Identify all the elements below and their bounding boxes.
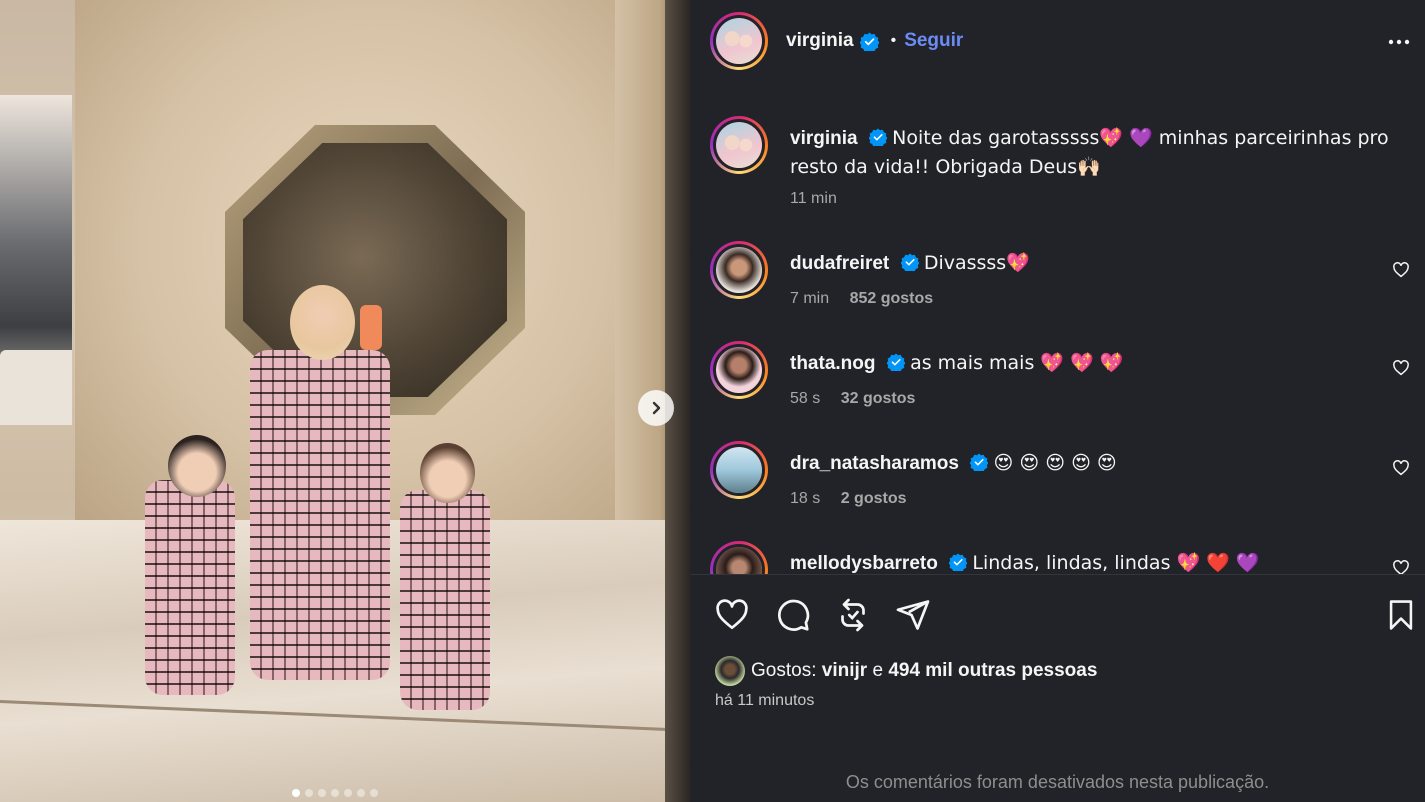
carousel-dot <box>331 789 339 797</box>
comment-time: 58 s <box>790 390 821 407</box>
comment-time: 7 min <box>790 290 830 307</box>
comment-meta: 11 min <box>790 190 837 208</box>
likes-connector: e <box>872 660 884 681</box>
comment-meta: 7 min 852 gostos <box>790 290 933 308</box>
carousel-dot <box>370 789 378 797</box>
heart-icon[interactable] <box>1392 559 1410 574</box>
heart-icon[interactable] <box>1392 459 1410 477</box>
comment-text: Lindas, lindas, lindas 💖 ❤️ 💜 <box>972 552 1260 574</box>
header-separator: • <box>890 32 897 49</box>
post-side-panel: virginia • Seguir virginia Noite das gar… <box>690 0 1425 802</box>
verified-badge-icon <box>859 31 879 51</box>
post-actions-bar <box>690 574 1425 654</box>
photo-person-child-left-head <box>168 435 226 497</box>
verified-badge-icon <box>868 128 887 146</box>
author-avatar[interactable] <box>710 12 768 70</box>
comments-disabled-notice: Os comentários foram desativados nesta p… <box>845 772 1270 792</box>
comment-meta: 58 s 32 gostos <box>790 390 915 408</box>
likes-prefix: Gostos: <box>751 660 817 681</box>
comment-icon[interactable] <box>775 597 811 633</box>
bookmark-icon[interactable] <box>1384 597 1418 633</box>
likes-others[interactable]: 494 mil outras pessoas <box>888 660 1097 682</box>
avatar[interactable] <box>710 341 768 399</box>
comment-time: 11 min <box>790 190 837 207</box>
verified-badge-icon <box>886 353 905 371</box>
verified-badge-icon <box>949 553 968 571</box>
comment-username[interactable]: thata.nog <box>790 353 876 374</box>
carousel-dot <box>305 789 313 797</box>
comment-meta: 18 s 2 gostos <box>790 490 907 508</box>
author-username[interactable]: virginia <box>786 30 854 52</box>
comment-likes[interactable]: 2 gostos <box>841 490 907 507</box>
verified-badge-icon <box>900 253 919 271</box>
likes-summary: Gostos: vinijr e 494 mil outras pessoas <box>715 656 1097 686</box>
heart-icon[interactable] <box>1392 359 1410 377</box>
photo-sofa <box>0 350 72 425</box>
comment-username[interactable]: dra_natasharamos <box>790 453 959 474</box>
verified-badge-icon <box>970 453 989 471</box>
post-timestamp[interactable]: há 11 minutos <box>715 692 814 710</box>
carousel-next-button[interactable] <box>638 390 674 426</box>
comment-username[interactable]: virginia <box>790 128 858 149</box>
carousel-dot <box>357 789 365 797</box>
carousel-dot <box>318 789 326 797</box>
more-options-icon[interactable] <box>1387 30 1411 54</box>
comment-text: 😍 😍 😍 😍 😍 <box>993 452 1117 474</box>
carousel-indicator <box>292 789 378 797</box>
liker-username[interactable]: vinijr <box>822 660 867 682</box>
avatar[interactable] <box>710 241 768 299</box>
avatar[interactable] <box>710 441 768 499</box>
comment-likes[interactable]: 852 gostos <box>850 290 934 307</box>
follow-button[interactable]: Seguir <box>904 30 963 52</box>
heart-icon[interactable] <box>1392 261 1410 279</box>
post-header: virginia • Seguir <box>690 0 1425 82</box>
comment-time: 18 s <box>790 490 821 507</box>
share-icon[interactable] <box>835 597 871 633</box>
photo-phone <box>360 305 382 350</box>
heart-icon[interactable] <box>714 597 750 633</box>
comment-username[interactable]: dudafreiret <box>790 253 889 274</box>
carousel-dot <box>292 789 300 797</box>
post-photo[interactable] <box>0 0 690 802</box>
comment-text: as mais mais 💖 💖 💖 <box>910 352 1124 374</box>
comment-likes[interactable]: 32 gostos <box>841 390 916 407</box>
photo-person-child-right <box>400 490 490 710</box>
avatar[interactable] <box>710 541 768 574</box>
photo-person-child-right-head <box>420 443 475 503</box>
carousel-dot <box>344 789 352 797</box>
photo-person-child-left <box>145 480 235 695</box>
liker-avatar[interactable] <box>715 656 745 686</box>
photo-person-adult-head <box>290 285 355 360</box>
send-icon[interactable] <box>895 597 931 633</box>
avatar[interactable] <box>710 116 768 174</box>
comments-list[interactable]: virginia Noite das garotasssss💖 💜 minhas… <box>690 100 1425 574</box>
comment-text: Divassss💖 <box>923 252 1030 274</box>
photo-person-adult <box>250 350 390 680</box>
comment-username[interactable]: mellodysbarreto <box>790 553 938 574</box>
chevron-right-icon <box>652 401 661 415</box>
